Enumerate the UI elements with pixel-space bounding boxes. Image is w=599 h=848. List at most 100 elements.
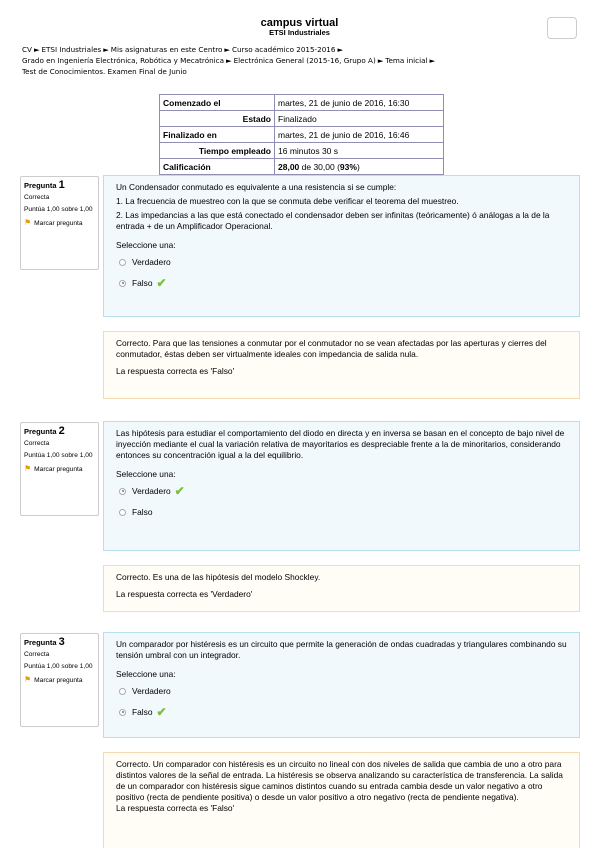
correct-answer: La respuesta correcta es 'Verdadero' bbox=[116, 589, 253, 599]
summary-row-grade: Calificación 28,00 de 30,00 (93%) bbox=[159, 158, 444, 175]
answer-option[interactable]: Falso ✔ bbox=[116, 704, 567, 720]
breadcrumb-item-tema[interactable]: Tema inicial bbox=[385, 56, 427, 65]
summary-value: martes, 21 de junio de 2016, 16:46 bbox=[274, 126, 444, 143]
answer-prompt: Seleccione una: bbox=[116, 669, 176, 679]
summary-key: Tiempo empleado bbox=[159, 142, 275, 159]
answer-option[interactable]: Falso ✔ bbox=[116, 275, 567, 291]
answer-label: Verdadero bbox=[132, 485, 171, 496]
feedback-2: Correcto. Es una de las hipótesis del mo… bbox=[103, 565, 580, 612]
question-state: Correcta bbox=[24, 440, 50, 447]
radio-button[interactable] bbox=[119, 258, 126, 266]
site-header: campus virtual ETSI Industriales bbox=[0, 0, 599, 40]
question-state: Correcta bbox=[24, 651, 50, 658]
breadcrumb: CV ► ETSI Industriales ► Mis asignaturas en … bbox=[22, 44, 582, 77]
answer-label: Falso bbox=[132, 506, 153, 517]
summary-key: Finalizado en bbox=[159, 126, 275, 143]
grade-percent: 93% bbox=[339, 161, 357, 172]
grade-points: 28,00 bbox=[278, 161, 300, 172]
breadcrumb-item-test[interactable]: Test de Conocimientos. Examen Final de J… bbox=[22, 67, 187, 76]
answer-option[interactable]: Verdadero ✔ bbox=[116, 483, 567, 499]
summary-value: 16 minutos 30 s bbox=[274, 142, 444, 159]
answer-label: Falso bbox=[132, 277, 153, 288]
site-subtitle: ETSI Industriales bbox=[269, 28, 330, 37]
breadcrumb-item-asignatura[interactable]: Electrónica General (2015-16, Grupo A) bbox=[234, 56, 376, 65]
radio-button[interactable] bbox=[119, 687, 126, 695]
breadcrumb-item-asignaturas[interactable]: Mis asignaturas en este Centro bbox=[111, 45, 223, 54]
question-text: 1. La frecuencia de muestreo con la que … bbox=[116, 196, 459, 206]
radio-button-selected[interactable] bbox=[119, 279, 126, 287]
question-num: 2 bbox=[58, 425, 65, 437]
grade-value: 28,00 de 30,00 (93%) bbox=[274, 158, 444, 175]
question-content-2: Las hipótesis para estudiar el comportam… bbox=[103, 421, 580, 551]
summary-row: Tiempo empleado 16 minutos 30 s bbox=[159, 142, 444, 159]
flag-question[interactable]: ⚑ Marcar pregunta bbox=[24, 675, 95, 685]
question-info-1: Pregunta 1 Correcta Puntúa 1,00 sobre 1,… bbox=[20, 176, 99, 270]
summary-row: Estado Finalizado bbox=[159, 110, 444, 127]
question-number: Pregunta 1 bbox=[24, 179, 95, 191]
breadcrumb-separator: ► bbox=[377, 56, 384, 65]
summary-value: Finalizado bbox=[274, 110, 444, 127]
correct-answer: La respuesta correcta es 'Falso' bbox=[116, 803, 235, 813]
question-text: Un comparador por histéresis es un circu… bbox=[116, 639, 567, 660]
feedback-text: Correcto. Es una de las hipótesis del mo… bbox=[116, 572, 321, 582]
breadcrumb-item-curso[interactable]: Curso académico 2015-2016 bbox=[232, 45, 336, 54]
answer-option[interactable]: Falso bbox=[116, 504, 567, 520]
question-state: Correcta bbox=[24, 194, 50, 201]
flag-icon: ⚑ bbox=[24, 218, 32, 227]
question-text: Las hipótesis para estudiar el comportam… bbox=[116, 428, 565, 460]
summary-row: Comenzado el martes, 21 de junio de 2016… bbox=[159, 94, 444, 111]
question-content-3: Un comparador por histéresis es un circu… bbox=[103, 632, 580, 738]
breadcrumb-separator: ► bbox=[226, 56, 232, 65]
grade-total: de 30,00 ( bbox=[299, 161, 340, 172]
checkmark-icon: ✔ bbox=[174, 483, 185, 498]
question-grade: Puntúa 1,00 sobre 1,00 bbox=[24, 206, 93, 213]
answer-option[interactable]: Verdadero bbox=[116, 254, 567, 270]
menu-icon[interactable] bbox=[547, 17, 577, 39]
answer-prompt: Seleccione una: bbox=[116, 469, 176, 479]
breadcrumb-separator: ► bbox=[103, 45, 109, 54]
question-content-1: Un Condensador conmutado es equivalente … bbox=[103, 175, 580, 317]
summary-key: Calificación bbox=[159, 158, 275, 175]
summary-key: Comenzado el bbox=[159, 94, 275, 111]
question-label: Pregunta bbox=[24, 181, 57, 190]
answer-option[interactable]: Verdadero bbox=[116, 683, 567, 699]
question-grade: Puntúa 1,00 sobre 1,00 bbox=[24, 452, 93, 459]
correct-answer: La respuesta correcta es 'Falso' bbox=[116, 366, 235, 376]
answer-label: Falso bbox=[132, 706, 153, 717]
breadcrumb-item-etsi[interactable]: ETSI Industriales bbox=[41, 45, 101, 54]
question-label: Pregunta bbox=[24, 427, 57, 436]
flag-icon: ⚑ bbox=[24, 464, 32, 473]
flag-label: Marcar pregunta bbox=[34, 220, 83, 227]
question-grade: Puntúa 1,00 sobre 1,00 bbox=[24, 663, 93, 670]
answer-label: Verdadero bbox=[132, 256, 171, 267]
grade-close: ) bbox=[356, 161, 360, 172]
question-label: Pregunta bbox=[24, 638, 57, 647]
radio-button-selected[interactable] bbox=[119, 487, 126, 495]
question-text: 2. Las impedancias a las que está conect… bbox=[116, 210, 550, 231]
breadcrumb-item-cv[interactable]: CV bbox=[22, 45, 32, 54]
checkmark-icon: ✔ bbox=[156, 275, 167, 290]
flag-question[interactable]: ⚑ Marcar pregunta bbox=[24, 464, 95, 474]
question-num: 3 bbox=[58, 636, 65, 648]
summary-key: Estado bbox=[159, 110, 275, 127]
question-number: Pregunta 2 bbox=[24, 425, 95, 437]
question-info-2: Pregunta 2 Correcta Puntúa 1,00 sobre 1,… bbox=[20, 422, 99, 516]
flag-icon: ⚑ bbox=[24, 675, 32, 684]
flag-question[interactable]: ⚑ Marcar pregunta bbox=[24, 218, 95, 228]
attempt-summary-table: Comenzado el martes, 21 de junio de 2016… bbox=[159, 94, 444, 175]
breadcrumb-item-grado[interactable]: Grado en Ingeniería Electrónica, Robótic… bbox=[22, 56, 224, 65]
question-number: Pregunta 3 bbox=[24, 636, 95, 648]
question-info-3: Pregunta 3 Correcta Puntúa 1,00 sobre 1,… bbox=[20, 633, 99, 727]
answer-prompt: Seleccione una: bbox=[116, 240, 176, 250]
breadcrumb-separator: ► bbox=[337, 45, 343, 54]
feedback-text: Correcto. Un comparador con histéresis e… bbox=[116, 759, 563, 802]
question-text: Un Condensador conmutado es equivalente … bbox=[116, 182, 397, 192]
summary-row: Finalizado en martes, 21 de junio de 201… bbox=[159, 126, 444, 143]
feedback-1: Correcto. Para que las tensiones a conmu… bbox=[103, 331, 580, 399]
question-num: 1 bbox=[58, 179, 65, 191]
answer-label: Verdadero bbox=[132, 685, 171, 696]
checkmark-icon: ✔ bbox=[156, 704, 167, 719]
summary-value: martes, 21 de junio de 2016, 16:30 bbox=[274, 94, 444, 111]
radio-button-selected[interactable] bbox=[119, 708, 126, 716]
radio-button[interactable] bbox=[119, 508, 126, 516]
